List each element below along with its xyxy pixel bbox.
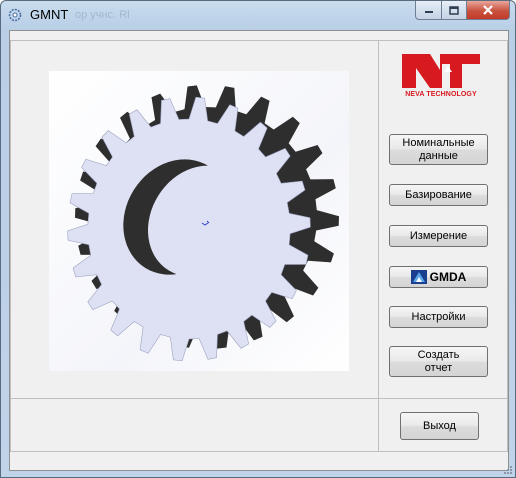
exit-button[interactable]: Выход [400,412,479,440]
minimize-button[interactable] [415,1,442,20]
status-panel [10,398,380,452]
client-area: NEVA TECHNOLOGY Номинальные данные Базир… [9,30,509,471]
settings-button[interactable]: Настройки [389,306,488,328]
basing-button[interactable]: Базирование [389,184,488,206]
gmda-button[interactable]: GMDA [389,266,488,288]
app-icon [8,8,22,22]
gear-image [49,71,349,371]
background-title-ghost: ор учнс. Rl [75,9,130,21]
nominal-data-button[interactable]: Номинальные данные [389,134,488,165]
neva-technology-logo: NEVA TECHNOLOGY [400,52,482,102]
close-icon [483,5,493,15]
create-report-button[interactable]: Создать отчет [389,346,488,377]
resize-grip-icon[interactable] [503,465,513,475]
application-window: GMNT ор учнс. Rl NEVA TECHNOLOGY Номинал… [0,0,516,478]
title-bar[interactable]: GMNT ор учнс. Rl [1,1,515,29]
gmda-logo-icon [410,270,427,284]
gear-drawing [49,71,349,371]
window-title: GMNT [30,7,69,22]
logo-text: NEVA TECHNOLOGY [405,91,477,98]
minimize-icon [424,11,433,13]
close-button[interactable] [467,1,510,20]
measure-button[interactable]: Измерение [389,225,488,247]
maximize-icon [449,5,459,15]
maximize-button[interactable] [442,1,467,20]
